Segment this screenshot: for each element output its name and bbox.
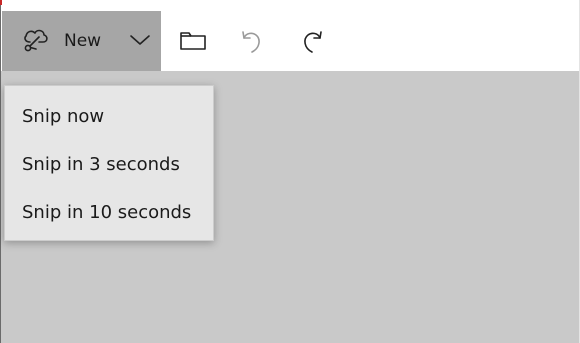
snip-scissors-icon bbox=[22, 27, 50, 57]
new-dropdown-button[interactable] bbox=[122, 11, 161, 71]
new-button-label: New bbox=[64, 31, 102, 51]
new-snip-button[interactable]: New bbox=[2, 11, 120, 71]
toolbar: New bbox=[0, 0, 580, 71]
new-button-group: New bbox=[2, 11, 161, 71]
new-snip-menu: Snip now Snip in 3 seconds Snip in 10 se… bbox=[4, 85, 214, 241]
open-file-button[interactable] bbox=[162, 11, 222, 71]
menu-item-snip-now[interactable]: Snip now bbox=[5, 93, 213, 139]
window-corner-mark bbox=[0, 0, 2, 5]
undo-button[interactable] bbox=[222, 11, 282, 71]
window-left-border bbox=[0, 0, 1, 343]
menu-item-snip-10-seconds[interactable]: Snip in 10 seconds bbox=[5, 189, 213, 235]
menu-item-snip-3-seconds[interactable]: Snip in 3 seconds bbox=[5, 141, 213, 187]
redo-button[interactable] bbox=[282, 11, 342, 71]
